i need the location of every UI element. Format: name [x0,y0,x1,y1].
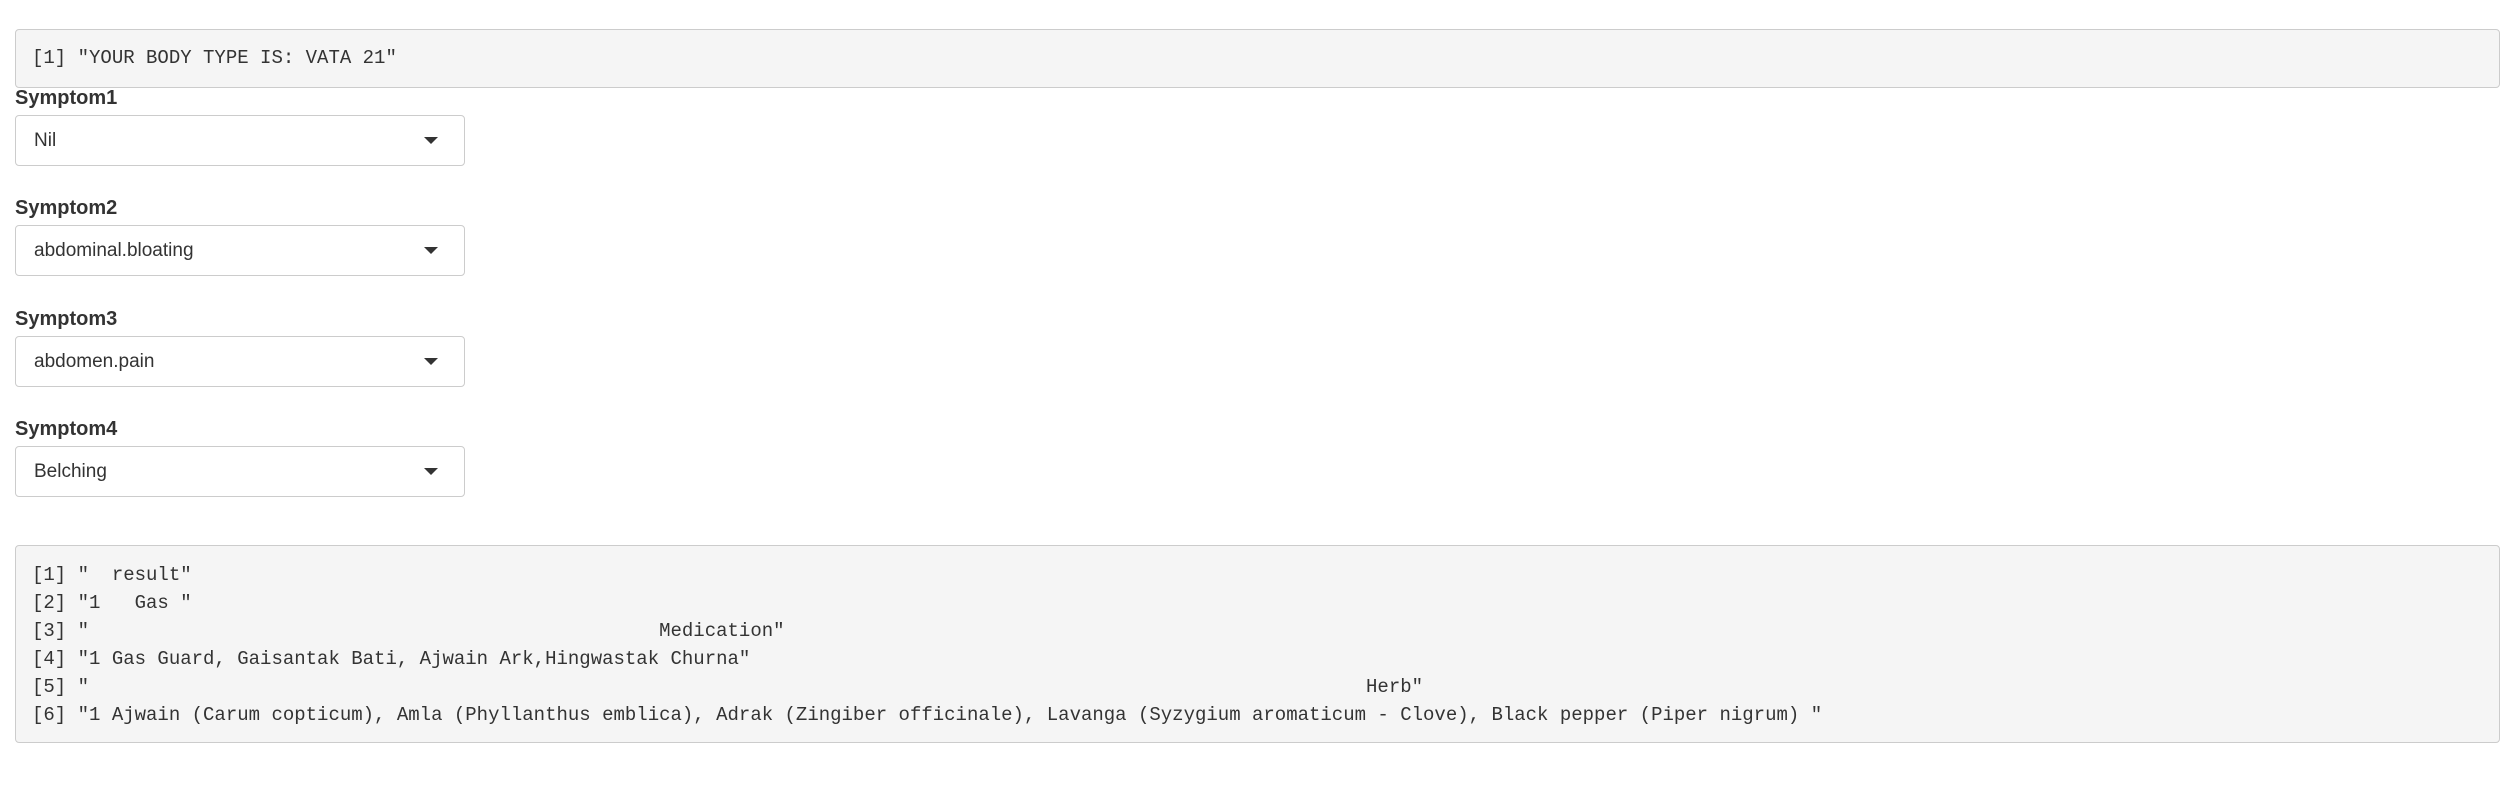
symptom1-select[interactable]: Nil [15,115,465,166]
caret-down-icon [424,358,438,365]
result-output: [1] " result" [2] "1 Gas " [3] " Medicatio… [15,545,2500,743]
symptom3-selected-value: abdomen.pain [34,351,155,372]
caret-down-icon [424,468,438,475]
symptom3-label: Symptom3 [15,308,118,330]
symptom4-selected-value: Belching [34,461,107,482]
symptom4-select[interactable]: Belching [15,446,465,497]
symptom1-label: Symptom1 [15,87,118,109]
result-output-line: [5] " Herb" [32,676,1424,698]
body-type-output: [1] "YOUR BODY TYPE IS: VATA 21" [15,29,2500,88]
result-output-line: [3] " Medication" [32,620,785,642]
symptom2-group: Symptom2 abdominal.bloating [15,194,465,276]
symptom3-select[interactable]: abdomen.pain [15,336,465,387]
caret-down-icon [424,247,438,254]
result-output-line: [2] "1 Gas " [32,592,192,614]
symptom1-group: Symptom1 Nil [15,84,465,166]
symptom1-selected-value: Nil [34,130,57,151]
result-output-line: [1] " result" [32,564,192,586]
result-output-line: [6] "1 Ajwain (Carum copticum), Amla (Ph… [32,704,1823,726]
result-output-line: [4] "1 Gas Guard, Gaisantak Bati, Ajwain… [32,648,751,670]
symptom2-label: Symptom2 [15,197,118,219]
symptom4-label: Symptom4 [15,418,118,440]
symptom4-group: Symptom4 Belching [15,415,465,497]
symptom2-select[interactable]: abdominal.bloating [15,225,465,276]
symptom2-selected-value: abdominal.bloating [34,240,194,261]
caret-down-icon [424,137,438,144]
symptom3-group: Symptom3 abdomen.pain [15,305,465,387]
